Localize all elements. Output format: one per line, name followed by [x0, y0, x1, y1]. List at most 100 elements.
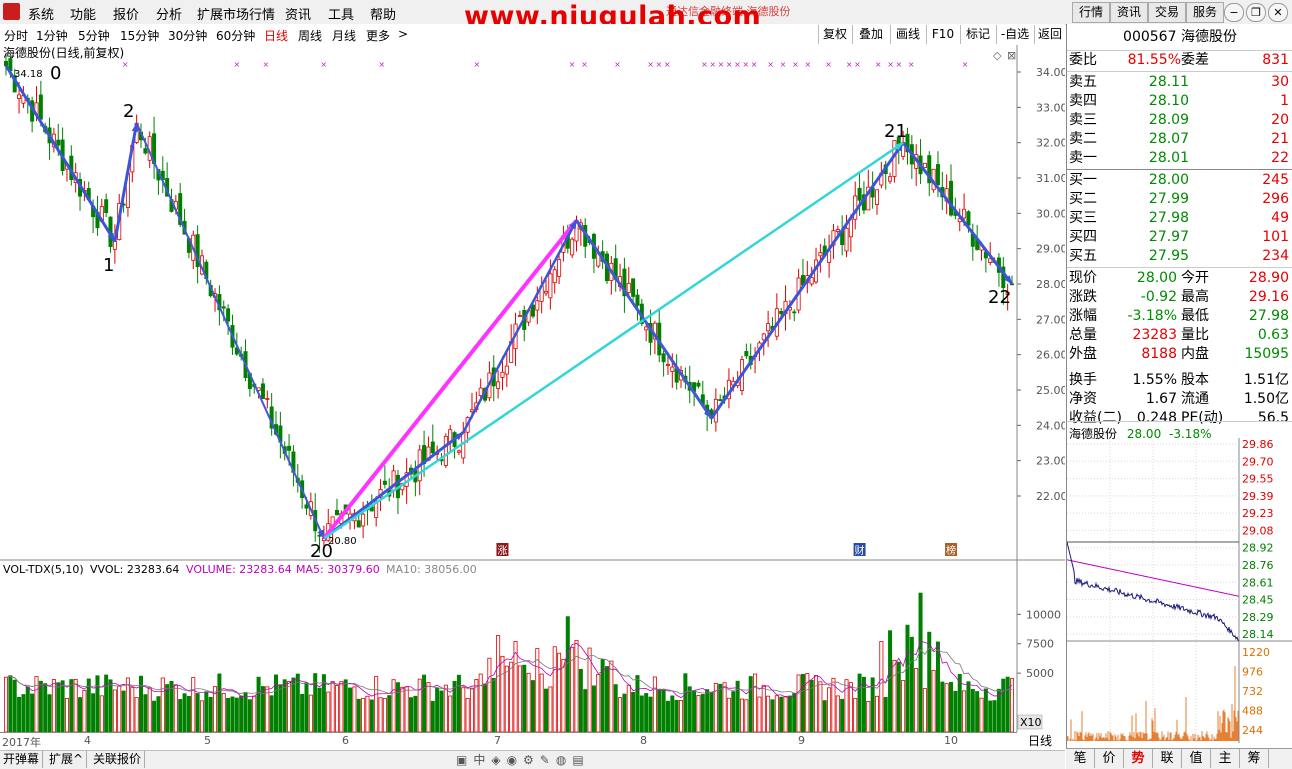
period-15min[interactable]: 15分钟 — [120, 27, 159, 44]
danmaku-tab[interactable]: 开弹幕 — [0, 751, 44, 768]
period-daily[interactable]: 日线 — [264, 27, 288, 44]
period-60min[interactable]: 60分钟 — [216, 27, 255, 44]
menu-system[interactable]: 系统 — [28, 4, 54, 23]
bid-row: 买三 27.98 49 — [1067, 209, 1292, 228]
volume-bar — [922, 688, 927, 733]
tab-price[interactable]: 价 — [1095, 749, 1124, 768]
candle-body — [38, 94, 43, 120]
chevron-right-icon[interactable]: > — [398, 27, 408, 41]
bottom-icon-strip[interactable]: ▣中◈◉⚙✎◍▤ — [456, 751, 590, 768]
period-weekly[interactable]: 周线 — [298, 27, 322, 44]
volume-bar — [779, 696, 784, 733]
volume-bar — [557, 652, 562, 733]
close-icon[interactable]: ✕ — [1268, 3, 1288, 22]
volume-bar — [78, 697, 83, 733]
extend-tab[interactable]: 扩展^ — [46, 751, 88, 768]
tab-related[interactable]: 联 — [1153, 749, 1182, 768]
level-volume: 245 — [1262, 172, 1289, 188]
volume-bar — [387, 695, 392, 733]
candle-body — [744, 351, 749, 357]
top-button-news[interactable]: 资讯 — [1110, 2, 1148, 23]
volume-bar — [147, 687, 152, 733]
tool-f10[interactable]: F10 — [926, 25, 959, 44]
volume-bar — [683, 673, 688, 733]
menu-analysis[interactable]: 分析 — [156, 4, 182, 23]
volume-bar — [139, 675, 144, 733]
volume-unit: X10 — [1020, 716, 1042, 729]
intraday-mini-chart[interactable]: 29.86 29.70 29.55 29.39 29.23 29.08 28.92 28.76… — [1067, 438, 1292, 748]
volume-bar — [121, 690, 126, 733]
top-button-market[interactable]: 行情 — [1072, 2, 1110, 23]
tab-value[interactable]: 值 — [1182, 749, 1211, 768]
tool-overlay[interactable]: 叠加 — [852, 25, 889, 44]
price-tick: 26.00 — [1036, 349, 1065, 362]
menu-extended-market[interactable]: 扩展市场行情 — [197, 4, 275, 23]
tool-adjust[interactable]: 复权 — [818, 25, 851, 44]
price-tick: 29.00 — [1036, 243, 1065, 256]
period-1min[interactable]: 1分钟 — [36, 27, 68, 44]
candle-body — [500, 371, 505, 378]
top-button-trade[interactable]: 交易 — [1148, 2, 1186, 23]
volume-bar — [265, 686, 270, 733]
tool-mark[interactable]: 标记 — [960, 25, 995, 44]
tool-draw[interactable]: 画线 — [890, 25, 925, 44]
volume-bar — [461, 687, 466, 733]
level-label: 买四 — [1069, 229, 1097, 245]
volume-bar — [404, 686, 409, 733]
mini-price-tick: 28.45 — [1242, 594, 1274, 607]
volume-bar — [274, 674, 279, 733]
minimize-icon[interactable]: − — [1224, 3, 1244, 22]
ask-row: 卖三 28.09 20 — [1067, 111, 1292, 130]
volume-bar — [12, 679, 17, 733]
candle-body — [818, 252, 823, 257]
volume-bar — [626, 684, 631, 733]
volume-bar — [840, 698, 845, 733]
menu-news[interactable]: 资讯 — [285, 4, 311, 23]
menu-help[interactable]: 帮助 — [370, 4, 396, 23]
wave-label-1: 1 — [103, 255, 114, 276]
menu-function[interactable]: 功能 — [70, 4, 96, 23]
candle-body — [631, 278, 636, 297]
volume-bar — [857, 673, 862, 733]
app-logo-icon[interactable] — [3, 3, 20, 20]
volume-bar — [748, 676, 753, 733]
candle-body — [443, 435, 448, 466]
volume-bar — [8, 675, 13, 733]
signal-marker: × — [751, 60, 758, 69]
volume-bar — [178, 699, 183, 733]
x-label-sep: 9 — [798, 734, 805, 747]
menu-tools[interactable]: 工具 — [328, 4, 354, 23]
period-30min[interactable]: 30分钟 — [168, 27, 207, 44]
volume-bar — [256, 676, 261, 733]
candle-body — [221, 306, 226, 309]
tab-chips[interactable]: 筹 — [1240, 749, 1269, 768]
volume-bar — [513, 641, 518, 733]
period-more[interactable]: 更多 — [366, 27, 390, 44]
mini-price-tick: 29.39 — [1242, 490, 1274, 503]
tool-back[interactable]: 返回 — [1034, 25, 1065, 44]
candle-body — [857, 187, 862, 201]
volume-bar — [300, 693, 305, 733]
tab-main[interactable]: 主 — [1211, 749, 1240, 768]
period-5min[interactable]: 5分钟 — [78, 27, 110, 44]
x-label-apr: 4 — [84, 734, 91, 747]
signal-marker: × — [320, 60, 327, 69]
tab-trend[interactable]: 势 — [1124, 749, 1153, 768]
volume-bar — [979, 697, 984, 733]
related-quote-tab[interactable]: 关联报价 — [90, 751, 146, 768]
kline-chart[interactable]: 34.00 33.00 32.00 31.00 30.00 29.00 28.00 27.00… — [0, 45, 1065, 750]
restore-icon[interactable]: ❐ — [1246, 3, 1266, 22]
menu-quote[interactable]: 报价 — [113, 4, 139, 23]
candle-body — [949, 180, 954, 216]
period-intraday[interactable]: 分时 — [4, 27, 28, 44]
tab-tick[interactable]: 笔 — [1066, 749, 1095, 768]
top-button-service[interactable]: 服务 — [1186, 2, 1224, 23]
volume-bar — [596, 674, 601, 733]
volume-bar — [317, 687, 322, 733]
volume-bar — [949, 681, 954, 733]
volume-bar — [814, 675, 819, 733]
tool-watchlist[interactable]: -自选 — [996, 25, 1033, 44]
period-monthly[interactable]: 月线 — [332, 27, 356, 44]
candle-body — [557, 259, 562, 277]
signal-marker: × — [825, 60, 832, 69]
